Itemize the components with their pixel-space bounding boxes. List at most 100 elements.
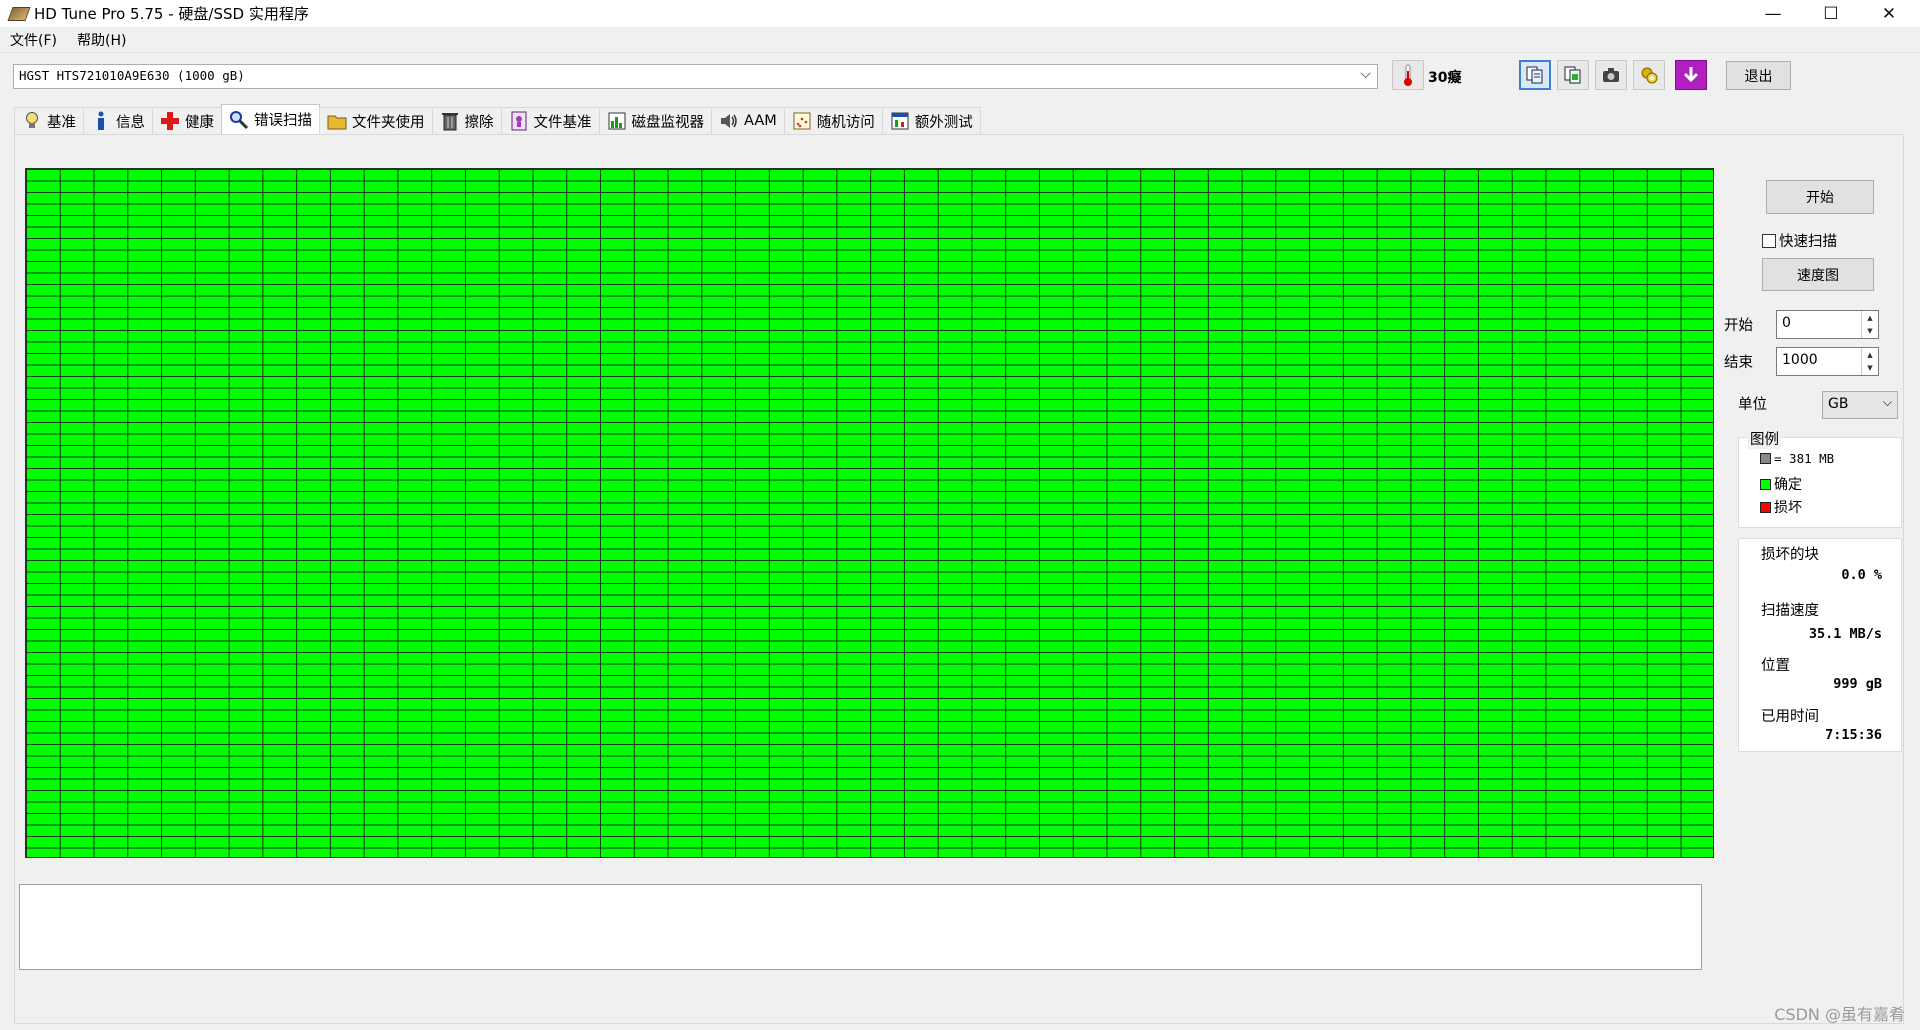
unit-label: 单位 [1738, 397, 1767, 413]
tab-aam[interactable]: AAM [711, 107, 785, 134]
start-position-spinner[interactable]: ▲ ▼ [1861, 311, 1878, 338]
start-position-value: 0 [1782, 315, 1791, 331]
legend-block-size-text: = 381 MB [1774, 451, 1835, 466]
scan-speed-value: 35.1 MB/s [1808, 626, 1882, 642]
folder-icon [327, 111, 347, 131]
bad-swatch [1760, 501, 1771, 513]
damaged-blocks-value: 0.0 % [1841, 567, 1882, 583]
health-cross-icon [160, 111, 180, 131]
minimize-button[interactable]: — [1744, 0, 1802, 27]
position-label: 位置 [1761, 658, 1790, 674]
info-icon [91, 111, 111, 131]
tab-health-label: 健康 [185, 114, 214, 131]
chevron-down-icon: ⌵ [1360, 66, 1371, 82]
end-position-spinner[interactable]: ▲ ▼ [1861, 348, 1878, 375]
temperature-readout: 30癡 [1428, 70, 1462, 86]
elapsed-time-label: 已用时间 [1761, 709, 1819, 725]
start-position-label: 开始 [1724, 318, 1753, 334]
magnifier-icon [229, 110, 249, 130]
settings-button[interactable] [1633, 60, 1665, 90]
block-size-swatch [1760, 453, 1771, 464]
end-position-value: 1000 [1782, 352, 1818, 368]
download-icon [1683, 67, 1699, 83]
screenshot-button[interactable] [1595, 60, 1627, 90]
window-title: HD Tune Pro 5.75 - 硬盘/SSD 实用程序 [34, 5, 309, 23]
monitor-chart-icon [607, 111, 627, 131]
unit-select-value: GB [1828, 396, 1849, 412]
legend-bad-text: 损坏 [1774, 500, 1802, 516]
menu-help[interactable]: 帮助(H) [67, 30, 136, 50]
tab-info-label: 信息 [116, 114, 145, 131]
extra-test-icon [890, 111, 910, 131]
toolbar: HGST HTS721010A9E630 (1000 gB) ⌵ 30癡 退出 [0, 53, 1920, 103]
file-bench-icon [509, 111, 529, 131]
end-position-label: 结束 [1724, 355, 1753, 371]
scan-log-box [19, 884, 1702, 970]
damaged-blocks-label: 损坏的块 [1761, 547, 1819, 563]
tab-random-access[interactable]: 随机访问 [783, 107, 883, 134]
menu-file[interactable]: 文件(F) [0, 30, 67, 50]
drive-select-value: HGST HTS721010A9E630 (1000 gB) [19, 68, 245, 83]
tab-benchmark[interactable]: 基准 [14, 107, 84, 134]
tab-random-access-label: 随机访问 [816, 114, 875, 131]
legend-block-size: = 381 MB [1760, 451, 1834, 466]
end-position-input[interactable]: 1000 ▲ ▼ [1776, 347, 1879, 376]
tab-health[interactable]: 健康 [152, 107, 222, 134]
thermometer-icon [1392, 60, 1424, 90]
elapsed-time-value: 7:15:36 [1825, 727, 1882, 743]
scan-speed-label: 扫描速度 [1761, 603, 1819, 619]
tab-folder-usage[interactable]: 文件夹使用 [319, 107, 433, 134]
legend-title: 图例 [1748, 428, 1781, 449]
tab-erase-label: 擦除 [464, 114, 494, 131]
drive-select[interactable]: HGST HTS721010A9E630 (1000 gB) ⌵ [13, 64, 1378, 89]
tab-error-scan-label: 错误扫描 [254, 113, 312, 129]
tab-erase[interactable]: 擦除 [431, 107, 502, 134]
start-position-input[interactable]: 0 ▲ ▼ [1776, 310, 1879, 339]
tab-disk-monitor-label: 磁盘监视器 [631, 114, 705, 131]
position-value: 999 gB [1833, 676, 1882, 692]
quick-scan-checkbox[interactable]: 快速扫描 [1762, 230, 1837, 251]
unit-select[interactable]: GB ⌵ [1822, 391, 1898, 419]
legend-bad: 损坏 [1760, 497, 1802, 517]
legend-ok-text: 确定 [1774, 477, 1802, 493]
spin-down-icon[interactable]: ▼ [1862, 325, 1878, 339]
tab-bar: 基准 信息 健康 错误扫描 文件夹使用 擦除 文件基准 磁盘监视器 AAM 随机… [14, 104, 981, 134]
speed-map-button[interactable]: 速度图 [1762, 258, 1874, 291]
tab-extra-tests-label: 额外测试 [914, 114, 973, 131]
close-button[interactable]: ✕ [1860, 0, 1918, 27]
copy-info-icon [1564, 66, 1581, 84]
tab-benchmark-label: 基准 [47, 114, 76, 131]
random-access-icon [792, 111, 812, 131]
speaker-icon [719, 111, 739, 131]
maximize-button[interactable]: ☐ [1802, 0, 1860, 27]
bulb-icon [22, 111, 42, 131]
spin-up-icon[interactable]: ▲ [1862, 311, 1878, 325]
tab-disk-monitor[interactable]: 磁盘监视器 [598, 107, 712, 134]
tab-folder-usage-label: 文件夹使用 [352, 114, 425, 131]
copy-info-button[interactable] [1557, 60, 1589, 90]
tab-info[interactable]: 信息 [83, 107, 153, 134]
spin-up-icon[interactable]: ▲ [1862, 348, 1878, 362]
block-scan-grid [25, 168, 1714, 858]
tab-error-scan[interactable]: 错误扫描 [221, 104, 320, 134]
tab-extra-tests[interactable]: 额外测试 [881, 107, 981, 134]
chevron-down-icon: ⌵ [1882, 395, 1892, 409]
screenshot-icon [1603, 68, 1619, 82]
legend-ok: 确定 [1760, 474, 1802, 494]
trash-icon [440, 111, 460, 131]
app-icon [7, 6, 31, 21]
copy-text-button[interactable] [1519, 60, 1551, 90]
start-button[interactable]: 开始 [1766, 180, 1874, 214]
download-button[interactable] [1675, 60, 1707, 90]
quick-scan-label: 快速扫描 [1779, 234, 1837, 250]
tab-aam-label: AAM [744, 113, 777, 129]
spin-down-icon[interactable]: ▼ [1862, 362, 1878, 376]
menu-bar: 文件(F) 帮助(H) [0, 27, 1920, 53]
quick-scan-box[interactable] [1762, 233, 1776, 248]
ok-swatch [1760, 478, 1771, 490]
title-bar: HD Tune Pro 5.75 - 硬盘/SSD 实用程序 — ☐ ✕ [0, 0, 1920, 27]
tab-file-benchmark[interactable]: 文件基准 [500, 107, 600, 134]
exit-button[interactable]: 退出 [1726, 61, 1791, 90]
tab-file-benchmark-label: 文件基准 [533, 114, 592, 131]
watermark-text: CSDN @虽有嘉肴 [1774, 1005, 1905, 1024]
